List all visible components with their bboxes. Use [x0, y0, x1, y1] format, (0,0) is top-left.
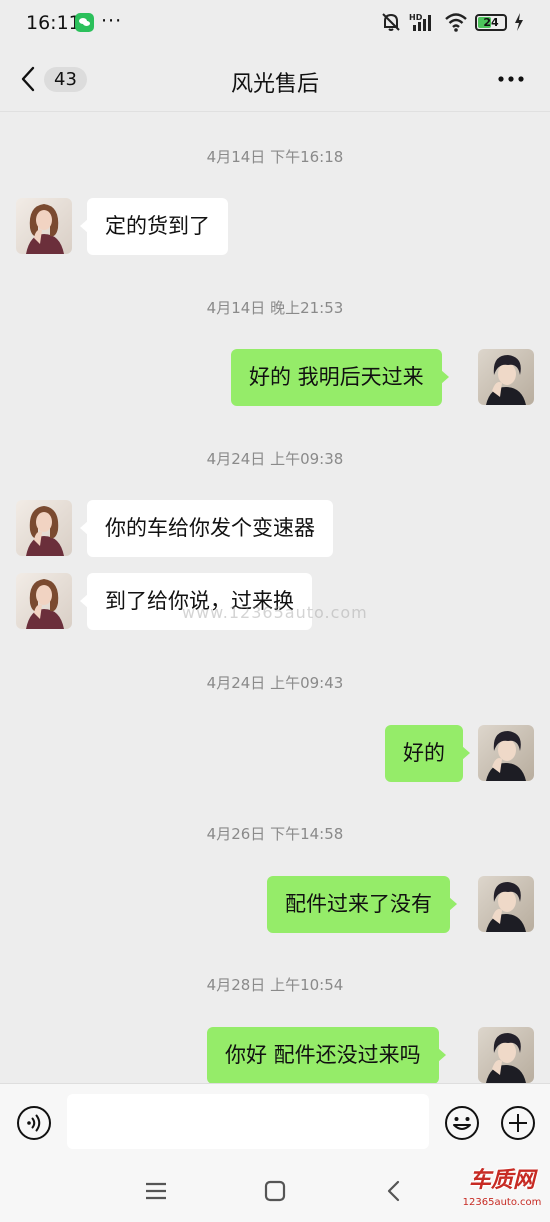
- message-timestamp: 4月14日 晚上21:53: [206, 299, 344, 317]
- mute-bell-icon: [382, 13, 400, 31]
- hd-signal-icon: HD: [409, 13, 431, 31]
- emoji-icon[interactable]: [444, 1105, 480, 1141]
- voice-icon[interactable]: [16, 1105, 52, 1141]
- contact-avatar[interactable]: [16, 573, 72, 629]
- message-bubble-sent[interactable]: 配件过来了没有: [267, 876, 457, 933]
- message-list[interactable]: 4月14日 下午16:18 定的货到了 4月14日 晚上21:53 好的 我明后…: [0, 113, 550, 1083]
- message-timestamp: 4月24日 上午09:43: [206, 674, 344, 692]
- logo-main-text: 车质网: [468, 1168, 535, 1193]
- message-bubble-sent[interactable]: 好的 我明后天过来: [231, 349, 449, 406]
- input-bar: [0, 1083, 550, 1161]
- status-icons: HD 24: [380, 12, 524, 32]
- message-bubble-sent[interactable]: 好的: [385, 725, 470, 782]
- menu-icon[interactable]: [142, 1177, 170, 1205]
- more-icon[interactable]: [496, 64, 526, 94]
- chat-title: 风光售后: [230, 72, 319, 97]
- message-bubble-sent[interactable]: 你好 配件还没过来吗: [207, 1027, 446, 1083]
- message-input[interactable]: [67, 1094, 429, 1149]
- user-avatar[interactable]: [478, 349, 534, 405]
- message-bubble-received[interactable]: 定的货到了: [80, 198, 228, 255]
- contact-avatar[interactable]: [16, 500, 72, 556]
- user-avatar[interactable]: [478, 725, 534, 781]
- battery-icon: 24: [475, 13, 507, 31]
- site-logo: 车质网 12365auto.com: [460, 1166, 544, 1216]
- svg-text:HD: HD: [409, 13, 423, 22]
- wifi-icon: [445, 13, 467, 32]
- charging-icon: [515, 13, 523, 31]
- contact-avatar[interactable]: [16, 198, 72, 254]
- status-more: ···: [101, 10, 123, 32]
- message-timestamp: 4月24日 上午09:38: [206, 450, 344, 468]
- status-time: 16:11: [26, 12, 81, 34]
- back-icon[interactable]: [380, 1177, 408, 1205]
- logo-sub-text: 12365auto.com: [462, 1197, 542, 1208]
- message-timestamp: 4月26日 下午14:58: [206, 825, 344, 843]
- message-timestamp: 4月28日 上午10:54: [206, 976, 344, 994]
- status-bar: 16:11 ··· HD 24: [0, 0, 550, 46]
- plus-icon[interactable]: [500, 1105, 536, 1141]
- message-timestamp: 4月14日 下午16:18: [206, 148, 344, 166]
- wechat-icon: [75, 13, 94, 32]
- battery-level: 24: [483, 15, 499, 29]
- home-icon[interactable]: [261, 1177, 289, 1205]
- chat-header: 43 风光售后: [0, 46, 550, 112]
- user-avatar[interactable]: [478, 1027, 534, 1083]
- watermark-text: www.12365auto.com: [182, 603, 368, 622]
- user-avatar[interactable]: [478, 876, 534, 932]
- message-bubble-received[interactable]: 你的车给你发个变速器: [80, 500, 333, 557]
